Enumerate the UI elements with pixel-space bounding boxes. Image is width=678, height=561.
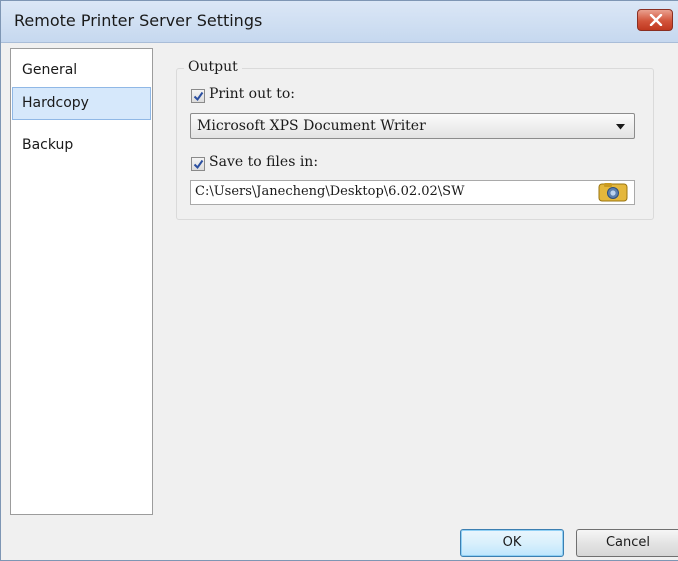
title-bar[interactable]: Remote Printer Server Settings: [1, 1, 678, 43]
sidebar-item-general[interactable]: General: [12, 54, 151, 87]
chevron-down-icon: [616, 124, 625, 130]
output-group-label: Output: [184, 59, 242, 75]
cancel-button[interactable]: Cancel: [576, 529, 678, 557]
save-files-checkbox[interactable]: [191, 157, 205, 171]
save-path-value: C:\Users\Janecheng\Desktop\6.02.02\SW: [195, 184, 465, 199]
ok-button[interactable]: OK: [460, 529, 564, 557]
save-path-input[interactable]: C:\Users\Janecheng\Desktop\6.02.02\SW: [190, 180, 635, 205]
print-out-checkbox[interactable]: [191, 89, 205, 103]
printer-select-value: Microsoft XPS Document Writer: [197, 118, 426, 134]
sidebar-item-backup[interactable]: Backup: [12, 129, 151, 162]
category-list: General Hardcopy Backup: [10, 48, 153, 515]
settings-dialog: Remote Printer Server Settings General H…: [0, 0, 678, 561]
close-button[interactable]: [637, 9, 673, 31]
print-out-label[interactable]: Print out to:: [209, 86, 295, 102]
printer-select[interactable]: Microsoft XPS Document Writer: [190, 113, 635, 139]
checkmark-icon: [193, 91, 204, 102]
browse-folder-button[interactable]: [595, 182, 631, 203]
close-icon: [649, 14, 663, 26]
camera-folder-icon: [598, 183, 628, 202]
save-files-label[interactable]: Save to files in:: [209, 154, 318, 170]
checkmark-icon: [193, 159, 204, 170]
window-title: Remote Printer Server Settings: [14, 11, 263, 30]
sidebar-item-hardcopy[interactable]: Hardcopy: [12, 87, 151, 120]
